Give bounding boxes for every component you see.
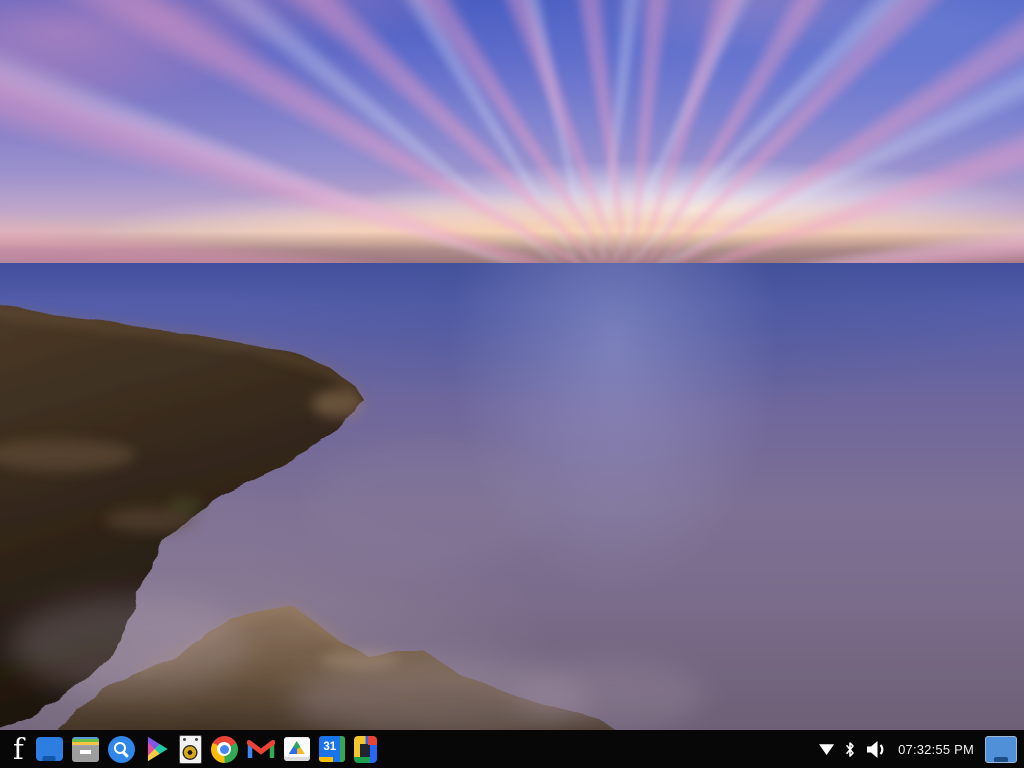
chrome-icon [211, 736, 238, 763]
shelf-app-media[interactable] [179, 733, 202, 765]
shelf-app-docs[interactable] [354, 733, 377, 765]
shelf-app-files[interactable] [72, 733, 99, 765]
shelf-app-chrome[interactable] [211, 733, 238, 765]
desktop: f [0, 0, 1024, 768]
window-icon [36, 737, 63, 761]
bluetooth-icon [845, 741, 855, 758]
wifi-icon [819, 743, 834, 755]
shelf-app-search[interactable] [108, 733, 135, 765]
shelf-app-drive[interactable] [284, 733, 310, 765]
status-tray[interactable]: 07:32:55 PM [819, 736, 1024, 763]
wallpaper-rocks [0, 0, 1024, 768]
shelf: f [0, 730, 1024, 768]
play-store-icon [144, 736, 170, 762]
calendar-icon: 31 [319, 736, 345, 762]
drive-triangle-icon [289, 741, 305, 754]
drive-icon [284, 737, 310, 761]
clock: 07:32:55 PM [898, 742, 974, 757]
speaker-box-icon [179, 735, 202, 764]
docs-icon [354, 736, 377, 763]
search-icon [108, 736, 135, 763]
calendar-day-label: 31 [319, 736, 341, 758]
shelf-app-window[interactable] [36, 733, 63, 765]
shelf-app-launcher[interactable]: f [10, 733, 27, 765]
gmail-icon [247, 738, 275, 760]
wallpaper [0, 0, 1024, 768]
files-icon [72, 737, 99, 762]
volume-icon [866, 740, 887, 759]
fydeos-logo-icon: f [10, 735, 27, 763]
shelf-app-calendar[interactable]: 31 [319, 733, 345, 765]
shelf-app-list: f [0, 733, 377, 765]
shelf-app-gmail[interactable] [247, 733, 275, 765]
tray-window-icon [985, 736, 1017, 763]
shelf-app-play-store[interactable] [144, 733, 170, 765]
